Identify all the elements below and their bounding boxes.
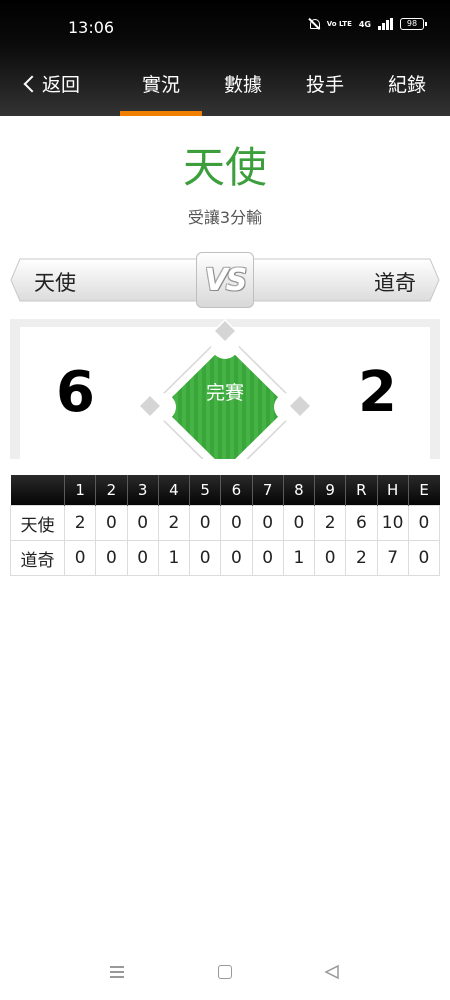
table-cell: 0 (251, 505, 284, 541)
header-inning-9: 9 (313, 475, 346, 506)
header-inning-4: 4 (157, 475, 190, 506)
vs-label: VS (204, 262, 248, 298)
home-team-name: 道奇 (374, 271, 416, 295)
table-cell: 0 (407, 505, 441, 541)
table-cell: 0 (63, 540, 97, 576)
result-subtitle: 受讓3分輸 (187, 208, 263, 227)
line-score-header: 1 2 3 4 5 6 7 8 9 R H E (10, 475, 440, 506)
line-score-table: 1 2 3 4 5 6 7 8 9 R H E 天使 2 0 0 2 0 0 0… (10, 475, 441, 576)
row-team-name: 天使 (10, 505, 65, 541)
table-cell: 0 (313, 540, 347, 576)
away-team-banner[interactable]: 天使 (10, 258, 210, 302)
table-cell: 0 (220, 540, 253, 576)
home-icon[interactable] (218, 965, 232, 979)
header-team (10, 475, 65, 506)
away-team-name: 天使 (34, 271, 76, 295)
table-cell: 0 (188, 540, 222, 576)
header-inning-2: 2 (95, 475, 127, 506)
table-cell: 0 (407, 540, 441, 576)
table-row: 道奇 0 0 0 1 0 0 0 1 0 2 7 0 (10, 540, 441, 576)
network-indicator: 4G (358, 19, 371, 29)
header-inning-5: 5 (188, 475, 221, 506)
home-team-banner[interactable]: 道奇 (240, 258, 440, 302)
status-time: 13:06 (68, 18, 115, 37)
header-inning-6: 6 (220, 475, 252, 506)
app-header: 13:06 Vo LTE 4G 98 返回 實況 數據 投手 紀錄 (0, 0, 450, 116)
active-tab-indicator (120, 111, 202, 116)
header-runs: R (345, 475, 377, 506)
table-cell: 0 (126, 505, 159, 541)
table-cell: 2 (157, 505, 191, 541)
table-cell: 0 (220, 505, 253, 541)
tab-records[interactable]: 紀錄 (388, 70, 426, 97)
chevron-left-icon (23, 75, 41, 92)
header-inning-7: 7 (251, 475, 284, 506)
tab-stats[interactable]: 數據 (224, 70, 262, 97)
back-triangle-icon[interactable] (324, 964, 340, 980)
tab-pitchers[interactable]: 投手 (306, 70, 344, 97)
table-cell: 0 (188, 505, 222, 541)
table-cell: 0 (282, 505, 316, 541)
vs-badge: VS (196, 252, 254, 308)
header-inning-8: 8 (282, 475, 315, 506)
game-status: 完賽 (205, 382, 244, 404)
system-nav-bar (0, 950, 450, 1000)
table-cell: 7 (376, 540, 409, 576)
header-inning-1: 1 (63, 475, 96, 506)
header-errors: E (407, 475, 440, 506)
table-cell: 0 (95, 540, 128, 576)
table-cell: 0 (251, 540, 284, 576)
top-nav: 返回 實況 數據 投手 紀錄 (0, 60, 450, 116)
row-team-name: 道奇 (10, 540, 65, 576)
away-score: 6 (56, 360, 95, 425)
home-score: 2 (358, 360, 397, 425)
battery-icon: 98 (400, 18, 427, 30)
table-cell: 2 (345, 540, 378, 576)
bell-muted-icon (308, 18, 320, 30)
table-cell: 0 (95, 505, 128, 541)
result-title: 天使 (182, 143, 267, 192)
back-button[interactable]: 返回 (23, 70, 81, 97)
table-cell: 2 (313, 505, 347, 541)
back-label: 返回 (42, 74, 81, 96)
table-cell: 1 (157, 540, 191, 576)
signal-icon (378, 18, 393, 30)
table-cell: 0 (126, 540, 159, 576)
tab-live[interactable]: 實況 (142, 70, 180, 97)
table-cell: 2 (63, 505, 97, 541)
table-cell: 10 (376, 505, 409, 541)
table-row: 天使 2 0 0 2 0 0 0 0 2 6 10 0 (10, 505, 441, 541)
header-inning-3: 3 (126, 475, 159, 506)
table-cell: 6 (345, 505, 378, 541)
volte-indicator: Vo LTE (326, 19, 352, 28)
menu-icon[interactable] (110, 966, 124, 978)
header-hits: H (376, 475, 409, 506)
table-cell: 1 (282, 540, 316, 576)
status-icons: Vo LTE 4G 98 (308, 18, 427, 30)
